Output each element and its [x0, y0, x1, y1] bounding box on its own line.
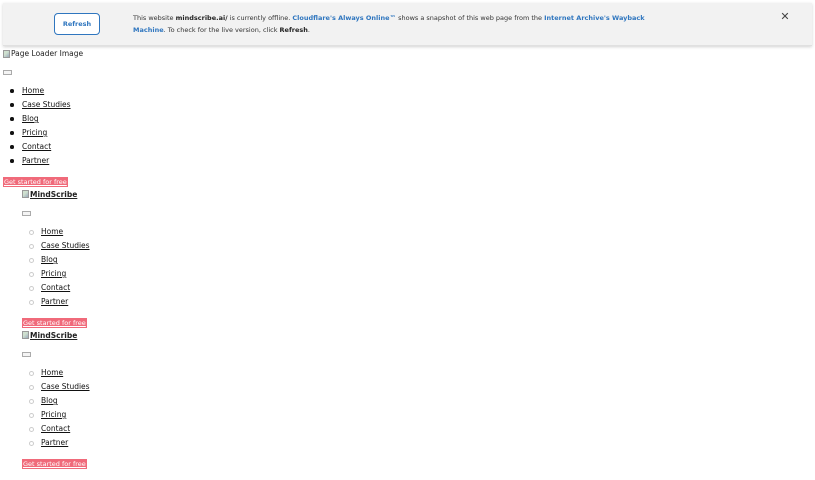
primary-nav: Home Case Studies Blog Pricing Contact P… — [10, 84, 71, 168]
broken-image-icon — [22, 190, 29, 198]
nav-link-home[interactable]: Home — [41, 227, 63, 236]
banner-text-5: . — [307, 26, 310, 34]
nav-link-case-studies[interactable]: Case Studies — [22, 100, 71, 109]
nav-link-pricing[interactable]: Pricing — [22, 128, 47, 137]
broken-image-icon — [3, 49, 10, 58]
nav-item-case-studies: Case Studies — [29, 239, 90, 253]
menu-toggle-button[interactable] — [22, 211, 31, 216]
nav-item-pricing: Pricing — [29, 267, 90, 281]
broken-image-icon — [22, 331, 29, 339]
banner-refresh-word: Refresh — [279, 26, 308, 34]
nav-link-partner[interactable]: Partner — [41, 438, 68, 447]
banner-domain: mindscribe.ai/ — [175, 14, 228, 22]
menu-toggle-button[interactable] — [3, 70, 12, 75]
nav-item-pricing: Pricing — [29, 408, 90, 422]
logo-alt: MindScribe — [30, 190, 78, 199]
get-started-button[interactable]: Get started for free — [3, 177, 68, 187]
nav-item-contact: Contact — [29, 422, 90, 436]
menu-toggle-button[interactable] — [22, 352, 31, 357]
nav-link-blog[interactable]: Blog — [22, 114, 39, 123]
banner-text-4: . To check for the live version, click — [163, 26, 280, 34]
banner-text-1: This website — [133, 14, 176, 22]
nav-link-blog[interactable]: Blog — [41, 396, 58, 405]
close-icon[interactable]: ✕ — [779, 11, 791, 23]
nav-item-partner: Partner — [29, 436, 90, 450]
nav-link-pricing[interactable]: Pricing — [41, 410, 66, 419]
refresh-button[interactable]: Refresh — [54, 13, 100, 35]
nav-item-blog: Blog — [10, 112, 71, 126]
nav-link-contact[interactable]: Contact — [41, 424, 70, 433]
page-loader-alt: Page Loader Image — [11, 49, 84, 58]
nav-link-contact[interactable]: Contact — [41, 283, 70, 292]
secondary-nav: Home Case Studies Blog Pricing Contact P… — [29, 225, 90, 309]
nav-item-home: Home — [29, 366, 90, 380]
always-online-link[interactable]: Cloudflare's Always Online™ — [292, 14, 396, 22]
banner-text-2: is currently offline. — [227, 14, 293, 22]
banner-text-3: shows a snapshot of this web page from t… — [396, 14, 545, 22]
nav-item-contact: Contact — [10, 140, 71, 154]
nav-link-home[interactable]: Home — [41, 368, 63, 377]
nav-item-home: Home — [29, 225, 90, 239]
nav-link-partner[interactable]: Partner — [41, 297, 68, 306]
nav-link-contact[interactable]: Contact — [22, 142, 51, 151]
nav-link-case-studies[interactable]: Case Studies — [41, 382, 90, 391]
nav-link-blog[interactable]: Blog — [41, 255, 58, 264]
nav-item-case-studies: Case Studies — [10, 98, 71, 112]
banner-message: This website mindscribe.ai/ is currently… — [133, 12, 653, 36]
page-content: Refresh This website mindscribe.ai/ is c… — [0, 0, 815, 480]
nav-item-case-studies: Case Studies — [29, 380, 90, 394]
page-loader-image: Page Loader Image — [3, 49, 83, 58]
nav-link-partner[interactable]: Partner — [22, 156, 49, 165]
tertiary-nav: Home Case Studies Blog Pricing Contact P… — [29, 366, 90, 450]
mindscribe-logo[interactable]: MindScribe — [22, 331, 77, 340]
nav-item-partner: Partner — [10, 154, 71, 168]
nav-link-pricing[interactable]: Pricing — [41, 269, 66, 278]
always-online-banner: Refresh This website mindscribe.ai/ is c… — [3, 3, 812, 46]
mindscribe-logo[interactable]: MindScribe — [22, 190, 77, 199]
logo-alt: MindScribe — [30, 331, 78, 340]
nav-item-home: Home — [10, 84, 71, 98]
nav-item-partner: Partner — [29, 295, 90, 309]
get-started-button[interactable]: Get started for free — [22, 318, 87, 328]
nav-item-contact: Contact — [29, 281, 90, 295]
get-started-button[interactable]: Get started for free — [22, 459, 87, 469]
nav-link-case-studies[interactable]: Case Studies — [41, 241, 90, 250]
nav-item-blog: Blog — [29, 253, 90, 267]
nav-link-home[interactable]: Home — [22, 86, 44, 95]
nav-item-blog: Blog — [29, 394, 90, 408]
nav-item-pricing: Pricing — [10, 126, 71, 140]
